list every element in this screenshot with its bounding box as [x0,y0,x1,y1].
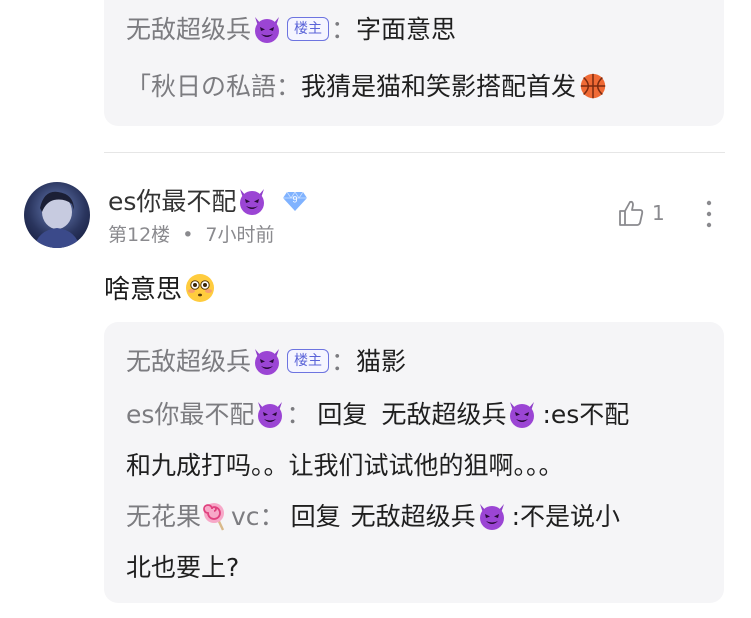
reply-target[interactable]: 无敌超级兵 [351,502,476,531]
comment-author[interactable]: es你最不配 9 [108,184,308,221]
more-vertical-icon [706,200,712,228]
reply-line-continued: 北也要上? [126,550,708,586]
basketball-emoji-icon [580,73,606,99]
comment-time: 7小时前 [205,224,275,246]
avatar[interactable] [24,182,90,248]
reply-username[interactable]: 无花果 [126,502,201,531]
reply-text: 北也要上? [126,553,240,582]
reply-text: 猫影 [356,347,407,376]
reply-word: 回复 [290,502,341,531]
reply-word: 回复 [317,400,368,429]
reply-line[interactable]: 无敌超级兵 楼主 ：字面意思 [126,12,708,49]
separator: ： [331,15,357,44]
more-button[interactable] [703,198,715,234]
reply-text: 我猜是猫和笑影搭配首发 [301,72,577,101]
reply-text: :es不配 [542,400,630,429]
reply-username[interactable]: es你最不配 [126,400,254,429]
comment-divider [104,152,725,153]
reply-line[interactable]: 「秋日の私語：我猜是猫和笑影搭配首发 [126,69,708,105]
reply-box: 无敌超级兵 楼主 ：猫影 es你最不配：回复 无敌超级兵:es不配 和九成打吗。。让我… [104,322,724,603]
reply-text: 和九成打吗。。让我们试试他的狙啊。。。 [126,451,564,480]
op-badge: 楼主 [287,349,330,373]
author-name[interactable]: es你最不配 [108,187,236,216]
devil-emoji-icon [251,345,283,377]
comment-text: 啥意思 [104,275,183,305]
devil-emoji-icon [254,398,286,430]
reply-text: :不是说小 [511,502,621,531]
comment-body: 啥意思 [104,270,216,310]
reply-text: 字面意思 [356,15,457,44]
reply-target[interactable]: 无敌超级兵 [381,400,506,429]
reply-username[interactable]: 无敌超级兵 [126,15,251,44]
floor-number: 第12楼 [108,224,171,246]
comment-meta: 第12楼 • 7小时前 [108,222,275,248]
reply-box-top: 无敌超级兵 楼主 ：字面意思 「秋日の私語：我猜是猫和笑影搭配首发 [104,0,724,126]
level-diamond-icon: 9 [283,191,308,211]
like-count: 1 [652,201,665,225]
reply-username[interactable]: 「秋日の私語 [126,72,276,101]
flushed-emoji-icon [186,274,215,302]
reply-line[interactable]: 无敌超级兵 楼主 ：猫影 [126,344,708,381]
lollipop-emoji-icon [203,502,225,531]
devil-emoji-icon [236,185,268,217]
separator: ： [286,400,312,429]
reply-line-continued: 和九成打吗。。让我们试试他的狙啊。。。 [126,448,708,484]
level-number: 9 [293,195,298,205]
devil-emoji-icon [251,13,283,45]
devil-emoji-icon [506,398,538,430]
reply-line[interactable]: es你最不配 ：回复 无敌超级兵 :es不配 [126,397,708,434]
separator: ： [331,347,357,376]
separator: ： [276,72,302,101]
separator: ： [259,502,285,531]
op-badge: 楼主 [287,17,330,41]
reply-line[interactable]: 无花果 vc： 回复 无敌超级兵 :不是说小 [126,499,708,536]
reply-username[interactable]: 无敌超级兵 [126,347,251,376]
thumbs-up-icon [619,200,644,226]
like-button[interactable]: 1 [616,198,665,228]
meta-dot: • [182,224,194,246]
avatar-image [34,191,80,248]
reply-username-suffix[interactable]: vc [231,502,260,531]
devil-emoji-icon [476,500,508,532]
